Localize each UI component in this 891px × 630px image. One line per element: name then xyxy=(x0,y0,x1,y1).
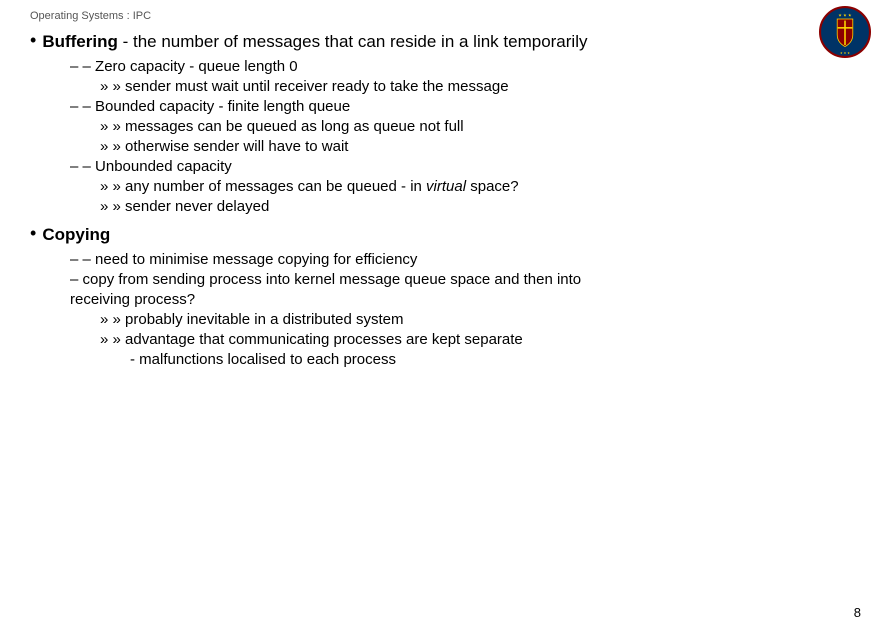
zero-capacity-sub: » sender must wait until receiver ready … xyxy=(100,78,861,95)
university-logo: ★ ★ ★ ★ ★ ★ xyxy=(819,6,871,58)
bounded-capacity-sub2: » otherwise sender will have to wait xyxy=(100,138,861,155)
buffering-description: - the number of messages that can reside… xyxy=(123,32,588,51)
copying-text: Copying xyxy=(42,225,110,245)
buffering-bold: Buffering xyxy=(42,32,118,51)
svg-text:★ ★ ★: ★ ★ ★ xyxy=(838,12,852,17)
zero-capacity-label: – Zero capacity - queue length 0 xyxy=(70,58,861,75)
header-title: Operating Systems : IPC xyxy=(30,10,151,22)
buffering-section: • Buffering - the number of messages tha… xyxy=(30,32,861,52)
bullet-dot-buffering: • xyxy=(30,30,36,51)
copying-sub3: - malfunctions localised to each process xyxy=(130,351,861,368)
copying-sub1: » probably inevitable in a distributed s… xyxy=(100,311,861,328)
unbounded-capacity-sub1: » any number of messages can be queued -… xyxy=(100,178,861,195)
copying-line2b: receiving process? xyxy=(70,291,861,308)
bullet-dot-copying: • xyxy=(30,223,36,244)
copying-line2: – copy from sending process into kernel … xyxy=(70,271,861,288)
page-container: Operating Systems : IPC ★ ★ ★ ★ ★ ★ • Bu… xyxy=(0,0,891,630)
buffering-text: Buffering - the number of messages that … xyxy=(42,32,587,52)
copying-sub2: » advantage that communicating processes… xyxy=(100,331,861,348)
copying-line1: – need to minimise message copying for e… xyxy=(70,251,861,268)
page-header: Operating Systems : IPC xyxy=(30,10,861,22)
bounded-capacity-sub1: » messages can be queued as long as queu… xyxy=(100,118,861,135)
unbounded-capacity-sub2: » sender never delayed xyxy=(100,198,861,215)
virtual-italic: virtual xyxy=(426,178,466,195)
page-number: 8 xyxy=(854,605,861,620)
main-content: • Buffering - the number of messages tha… xyxy=(30,32,861,368)
bounded-capacity-label: – Bounded capacity - finite length queue xyxy=(70,98,861,115)
copying-section: • Copying xyxy=(30,225,861,245)
unbounded-capacity-label: – Unbounded capacity xyxy=(70,158,861,175)
svg-text:★ ★ ★: ★ ★ ★ xyxy=(840,51,850,55)
